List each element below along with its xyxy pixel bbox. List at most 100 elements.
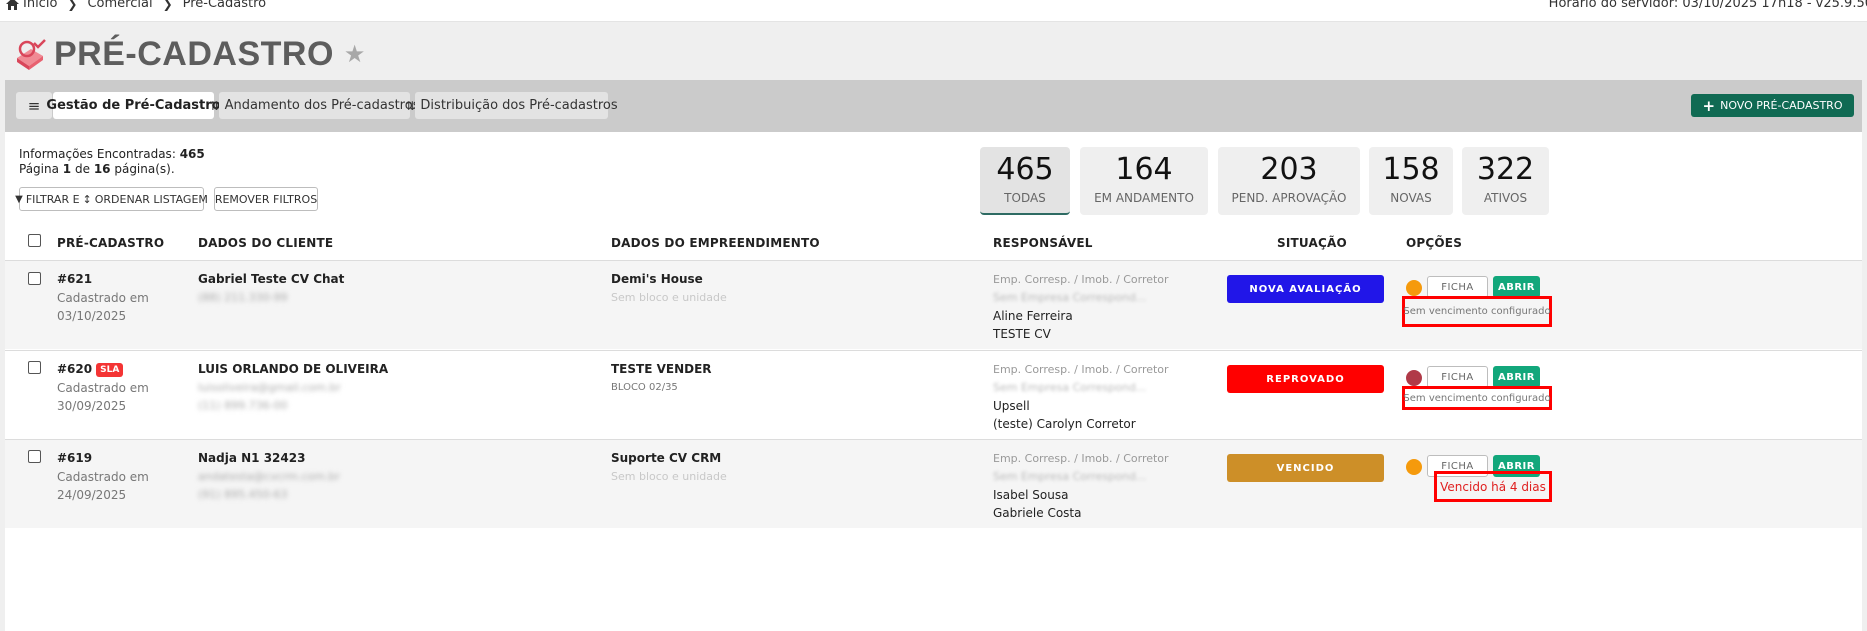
client-phone: (91) 895.450-63 <box>198 488 288 501</box>
col-header-empreendimento[interactable]: DADOS DO EMPREENDIMENTO <box>611 236 820 250</box>
filter-label-b: ORDENAR LISTAGEM <box>94 192 208 206</box>
status-dot <box>1406 459 1422 475</box>
stat-label: TODAS <box>1004 191 1046 205</box>
stat-label: ATIVOS <box>1483 191 1528 205</box>
filter-icon: ▼ <box>15 193 23 205</box>
tab-gestao[interactable]: Gestão de Pré-Cadastro <box>46 92 221 119</box>
abrir-button[interactable]: ABRIR <box>1493 366 1540 388</box>
new-button-label: NOVO PRÉ-CADASTRO <box>1720 99 1843 112</box>
row-checkbox[interactable] <box>28 450 41 463</box>
pages-suffix: página(s). <box>114 162 175 176</box>
tab-andamento[interactable]: ⇅ Andamento dos Pré-cadastros <box>210 92 419 119</box>
due-status: Sem vencimento configurado <box>1402 386 1552 410</box>
stat-label: EM ANDAMENTO <box>1094 191 1194 205</box>
client-name: Gabriel Teste CV Chat <box>198 272 345 286</box>
toolbar: ≡ Gestão de Pré-Cadastro ⇅ Andamento dos… <box>5 80 1862 132</box>
found-count: 465 <box>179 147 205 161</box>
row-checkbox[interactable] <box>28 361 41 374</box>
remove-filters-button[interactable]: REMOVER FILTROS <box>214 187 318 211</box>
stat-label: PEND. APROVAÇÃO <box>1231 191 1347 205</box>
hamburger-icon: ≡ <box>27 96 41 115</box>
results-info: Informações Encontradas: 465 Página 1 de… <box>19 147 205 177</box>
remove-filters-label: REMOVER FILTROS <box>214 192 318 206</box>
row-registered-date: 30/09/2025 <box>57 399 127 413</box>
page-total: 16 <box>93 162 111 176</box>
row-registered-date: 03/10/2025 <box>57 309 127 323</box>
row-registered-date: 24/09/2025 <box>57 488 127 502</box>
abrir-button[interactable]: ABRIR <box>1493 276 1540 298</box>
table-row: #620 SLA Cadastrado em 30/09/2025 LUIS OR… <box>5 350 1862 439</box>
col-header-pre-cadastro[interactable]: PRÉ-CADASTRO <box>57 236 164 250</box>
stat-value: 465 <box>996 152 1054 187</box>
plus-icon: + <box>1702 96 1716 115</box>
filter-label-a: FILTRAR E <box>25 192 80 206</box>
tab-label: Distribuição dos Pré-cadastros <box>420 98 618 113</box>
tab-label: Andamento dos Pré-cadastros <box>224 98 420 113</box>
select-all-checkbox[interactable] <box>28 234 41 247</box>
table-row: #621 Cadastrado em 03/10/2025 Gabriel Te… <box>5 260 1862 349</box>
stat-pend-aprovacao[interactable]: 203 PEND. APROVAÇÃO <box>1218 147 1360 215</box>
stat-em-andamento[interactable]: 164 EM ANDAMENTO <box>1080 147 1208 215</box>
breadcrumb: Início ❯ Comercial ❯ Pré-Cadastro <box>6 0 266 11</box>
col-header-cliente[interactable]: DADOS DO CLIENTE <box>198 236 333 250</box>
client-phone: (88) 211.330-99 <box>198 291 288 304</box>
responsible-company: Sem Empresa Correspond... <box>993 291 1147 304</box>
responsible-2: TESTE CV <box>993 327 1051 341</box>
row-code[interactable]: #619 <box>57 451 92 465</box>
breadcrumb-item-comercial[interactable]: Comercial <box>87 0 152 11</box>
stat-ativos[interactable]: 322 ATIVOS <box>1462 147 1549 215</box>
ficha-button[interactable]: FICHA <box>1427 366 1488 388</box>
responsible-1: Aline Ferreira <box>993 309 1073 323</box>
col-header-responsavel[interactable]: RESPONSÁVEL <box>993 236 1093 250</box>
sla-badge: SLA <box>96 362 124 377</box>
status-dot <box>1406 280 1422 296</box>
project-unit: Sem bloco e unidade <box>611 291 727 304</box>
responsible-company: Sem Empresa Correspond... <box>993 381 1147 394</box>
client-name: LUIS ORLANDO DE OLIVEIRA <box>198 362 389 376</box>
stat-value: 164 <box>1115 152 1173 187</box>
chevron-right-icon: ❯ <box>67 0 78 11</box>
stat-novas[interactable]: 158 NOVAS <box>1369 147 1453 215</box>
project-name: Suporte CV CRM <box>611 451 722 465</box>
sort-icon: ↕ <box>82 192 92 206</box>
star-icon[interactable]: ★ <box>344 40 366 68</box>
row-code[interactable]: #621 <box>57 272 92 286</box>
ficha-button[interactable]: FICHA <box>1427 276 1488 298</box>
stat-todas[interactable]: 465 TODAS <box>980 147 1070 215</box>
page-title: PRÉ-CADASTRO <box>54 34 334 73</box>
main-panel: Informações Encontradas: 465 Página 1 de… <box>5 132 1862 631</box>
server-time: Horário do servidor: 03/10/2025 17h18 - … <box>1548 0 1867 11</box>
tab-distribuicao[interactable]: ⇅ Distribuição dos Pré-cadastros <box>405 92 618 119</box>
due-status: Sem vencimento configurado <box>1402 296 1552 327</box>
client-name: Nadja N1 32423 <box>198 451 306 465</box>
project-name: TESTE VENDER <box>611 362 712 376</box>
status-dot <box>1406 370 1422 386</box>
status-badge: VENCIDO <box>1227 454 1384 482</box>
new-pre-cadastro-button[interactable]: + NOVO PRÉ-CADASTRO <box>1691 94 1854 117</box>
row-code-text: #621 <box>57 272 93 286</box>
responsible-1: Isabel Sousa <box>993 488 1069 502</box>
col-header-opcoes: OPÇÕES <box>1406 236 1463 250</box>
row-code-text: #620 <box>57 362 93 376</box>
client-email: luisoliveira@gmail.com.br <box>198 381 341 394</box>
breadcrumb-item-pre-cadastro[interactable]: Pré-Cadastro <box>183 0 267 11</box>
table-row: #619 Cadastrado em 24/09/2025 Nadja N1 3… <box>5 439 1862 528</box>
page-current: 1 <box>62 162 72 176</box>
stat-label: NOVAS <box>1390 191 1432 205</box>
filter-sort-button[interactable]: ▼ FILTRAR E ↕ ORDENAR LISTAGEM <box>15 187 208 211</box>
tab-label: Gestão de Pré-Cadastro <box>46 98 221 113</box>
breadcrumb-item-inicio[interactable]: Início <box>23 0 57 11</box>
responsible-label: Emp. Corresp. / Imob. / Corretor <box>993 452 1169 465</box>
client-email: andatesta@cvcrm.com.br <box>198 470 340 483</box>
row-checkbox[interactable] <box>28 272 41 285</box>
row-code[interactable]: #620 SLA <box>57 362 124 377</box>
status-badge: NOVA AVALIAÇÃO <box>1227 275 1384 303</box>
stat-value: 203 <box>1260 152 1318 187</box>
col-header-situacao[interactable]: SITUAÇÃO <box>1277 236 1347 250</box>
breadcrumb-home[interactable]: Início <box>6 0 57 11</box>
project-name: Demi's House <box>611 272 703 286</box>
sort-icon: ⇅ <box>405 98 416 113</box>
stat-value: 158 <box>1382 152 1440 187</box>
responsible-2: Gabriele Costa <box>993 506 1082 520</box>
responsible-label: Emp. Corresp. / Imob. / Corretor <box>993 273 1169 286</box>
